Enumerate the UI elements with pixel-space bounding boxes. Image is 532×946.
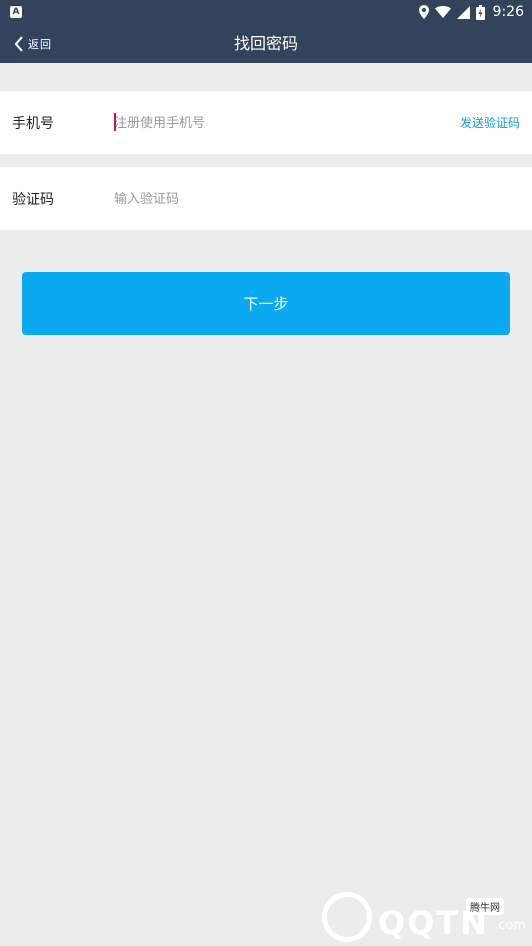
phone-label: 手机号 xyxy=(12,115,54,132)
code-label: 验证码 xyxy=(12,191,54,208)
watermark-logo-icon xyxy=(322,892,372,942)
send-code-button[interactable]: 发送验证码 xyxy=(460,114,520,131)
wifi-icon xyxy=(434,6,451,18)
next-button[interactable]: 下一步 xyxy=(22,272,510,335)
clock: 9:26 xyxy=(492,4,524,20)
phone-row: 手机号 发送验证码 xyxy=(0,91,532,154)
text-cursor xyxy=(114,113,116,131)
title-bar: 返回 找回密码 xyxy=(0,24,532,63)
phone-input[interactable] xyxy=(114,111,434,135)
code-input[interactable] xyxy=(114,187,434,211)
watermark-brand: QQTN xyxy=(378,904,490,942)
location-icon xyxy=(418,5,429,19)
page-title: 找回密码 xyxy=(233,34,298,53)
status-bar: A 9:26 xyxy=(0,0,532,24)
battery-icon xyxy=(475,4,485,20)
signal-icon xyxy=(456,5,470,19)
notification-icon: A xyxy=(10,6,22,18)
code-row: 验证码 xyxy=(0,167,532,230)
watermark: 腾牛网 QQTN .com xyxy=(322,892,530,944)
watermark-suffix: .com xyxy=(494,918,526,933)
